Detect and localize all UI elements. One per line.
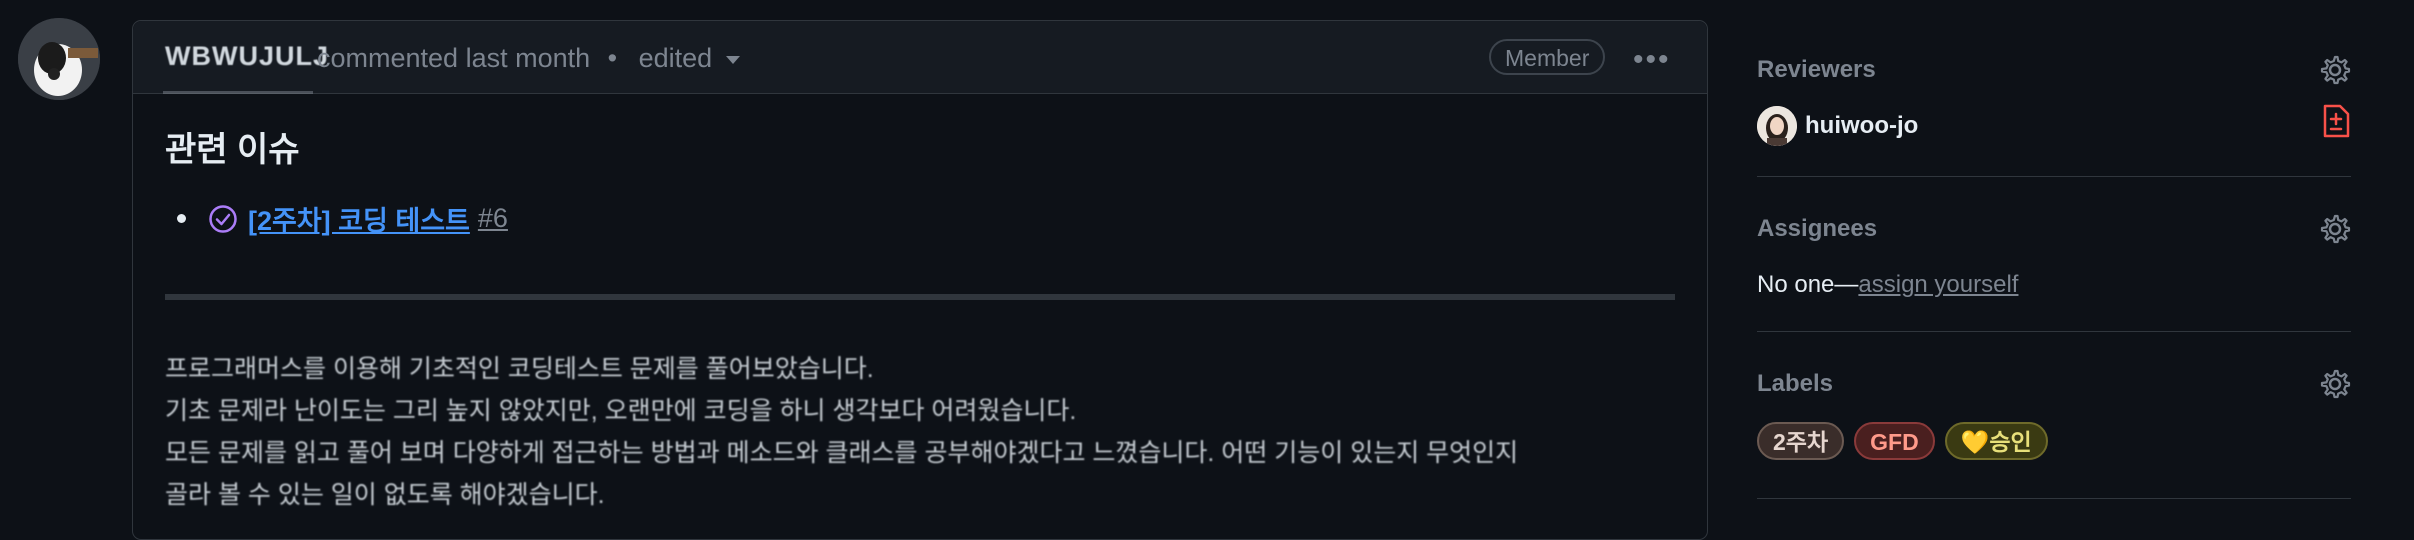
labels-section: Labels 2주차 GFD 💛승인 — [1757, 332, 2351, 499]
reviewer-name[interactable]: huiwoo-jo — [1805, 112, 1918, 140]
assign-yourself-link[interactable]: assign yourself — [1858, 271, 2018, 298]
label-chip[interactable]: 💛승인 — [1944, 422, 2048, 460]
comment-meta: commented last month • edited — [317, 43, 741, 74]
paragraph-line: 기초 문제라 난이도는 그리 높지 않았지만, 오랜만에 코딩을 하니 생각보다… — [165, 397, 1077, 425]
paragraph-line: 프로그래머스를 이용해 기초적인 코딩테스트 문제를 풀어보았습니다. — [165, 355, 874, 383]
assignees-empty: No one—assign yourself — [1757, 271, 2351, 299]
check-circle-icon — [209, 204, 237, 233]
label-chip[interactable]: 2주차 — [1757, 422, 1845, 460]
pr-sidebar: Reviewers huiwoo-jo Assignees No one—ass… — [1757, 0, 2351, 499]
labels-title: Labels — [1757, 370, 1834, 397]
edited-label: edited — [638, 43, 713, 73]
role-badge: Member — [1489, 39, 1606, 75]
avatar-image — [18, 18, 100, 100]
comment-card: WBWUJULJ commented last month • edited M… — [132, 20, 1708, 540]
comment-timestamp[interactable]: commented last month — [317, 43, 590, 73]
paragraph-line: 모든 문제를 읽고 풀어 보며 다양하게 접근하는 방법과 메소드와 클래스를 … — [165, 439, 1519, 467]
reviewer-avatar — [1757, 106, 1797, 146]
gear-icon[interactable] — [2319, 54, 2351, 86]
linked-issue-item: [2주차] 코딩 테스트 #6 — [177, 199, 1675, 238]
reviewers-section: Reviewers huiwoo-jo — [1757, 0, 2351, 177]
comment-body: 관련 이슈 [2주차] 코딩 테스트 #6 프로그래머스를 이용해 기초적인 코… — [133, 94, 1707, 516]
assignees-title: Assignees — [1757, 215, 1878, 242]
comment-author[interactable]: WBWUJULJ — [165, 41, 329, 72]
edited-dropdown[interactable]: edited — [639, 43, 741, 73]
gear-icon[interactable] — [2319, 368, 2351, 400]
divider — [165, 294, 1675, 300]
commenter-avatar[interactable] — [18, 18, 100, 100]
chevron-down-icon — [726, 55, 741, 64]
bullet — [177, 214, 186, 223]
no-assignee-text: No one— — [1757, 271, 1859, 298]
label-chip[interactable]: GFD — [1854, 422, 1935, 460]
more-options-icon[interactable]: ••• — [1633, 43, 1671, 77]
label-list: 2주차 GFD 💛승인 — [1757, 422, 2351, 460]
reviewers-title: Reviewers — [1757, 56, 1876, 83]
assignees-section: Assignees No one—assign yourself — [1757, 177, 2351, 332]
linked-issue-link[interactable]: [2주차] 코딩 테스트 — [248, 199, 470, 238]
comment-heading: 관련 이슈 — [165, 131, 300, 169]
comment-header: WBWUJULJ commented last month • edited M… — [133, 21, 1707, 94]
meta-separator: • — [607, 43, 618, 73]
reviewer-item[interactable]: huiwoo-jo — [1757, 106, 2351, 146]
file-diff-icon[interactable] — [2321, 104, 2351, 138]
comment-paragraph: 프로그래머스를 이용해 기초적인 코딩테스트 문제를 풀어보았습니다. 기초 문… — [165, 348, 1675, 516]
paragraph-line: 골라 볼 수 있는 일이 없도록 해야겠습니다. — [165, 481, 605, 509]
linked-issue-number[interactable]: #6 — [478, 203, 508, 234]
author-underline — [163, 91, 313, 94]
gear-icon[interactable] — [2319, 213, 2351, 245]
